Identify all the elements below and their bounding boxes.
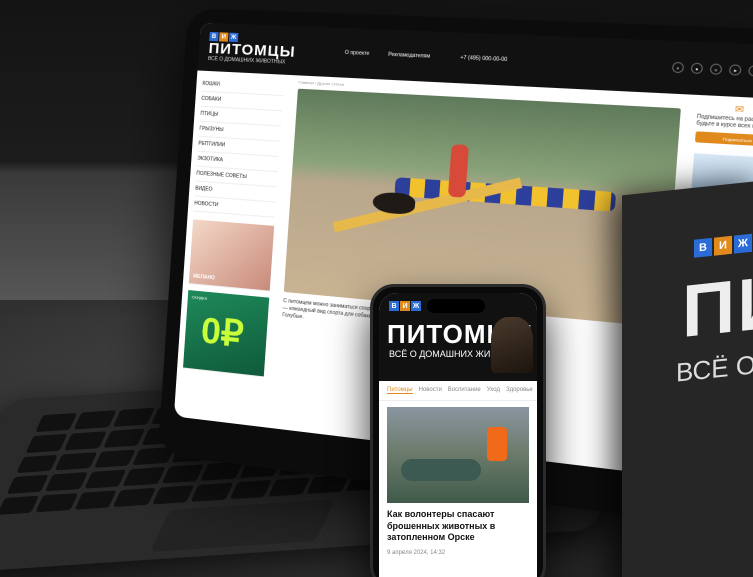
- news-headline[interactable]: Как волонтеры спасают брошенных животных…: [379, 509, 537, 544]
- ad-label: МЕЛАНО: [193, 273, 215, 281]
- subscribe-text: Подпишитесь на рассылку и будьте в курсе…: [696, 114, 753, 132]
- logo-letter: И: [400, 301, 410, 311]
- dynamic-island: [427, 299, 485, 313]
- site-logo[interactable]: В И Ж ПИТОМЦЫ ВСЁ О ДОМАШНИХ ЖИВОТНЫХ: [208, 32, 297, 66]
- poster-brand-text: ПИ: [682, 257, 753, 354]
- trackpad: [150, 499, 335, 552]
- nav-advertisers[interactable]: Рекламодателям: [388, 52, 430, 60]
- top-nav: О проекте Рекламодателям: [345, 50, 431, 60]
- keyboard-key: [64, 431, 106, 450]
- keyboard-key: [84, 470, 126, 489]
- logo-letter: В: [389, 301, 399, 311]
- ad-banner-melano[interactable]: МЕЛАНО: [189, 219, 274, 291]
- keyboard-key: [103, 428, 145, 447]
- ok-icon[interactable]: o: [748, 65, 753, 77]
- keyboard-key: [0, 496, 39, 515]
- keyboard-key: [200, 462, 242, 481]
- poster-tagline: ВСЁ О: [676, 349, 753, 388]
- phone-header: В И Ж ПИТОМЦЫ ВСЁ О ДОМАШНИХ ЖИВОТНЫХ: [379, 293, 537, 381]
- keyboard-key: [191, 483, 233, 502]
- vk-icon[interactable]: v: [710, 63, 723, 75]
- logo-letter: Ж: [411, 301, 421, 311]
- user-icon[interactable]: ●: [691, 63, 704, 75]
- keyboard-key: [35, 413, 77, 432]
- tab-news[interactable]: Новости: [419, 387, 442, 394]
- keyboard-key: [152, 485, 194, 504]
- dog-photo: [491, 317, 533, 373]
- logo-letter: В: [694, 238, 712, 258]
- keyboard-key: [113, 488, 155, 507]
- ad-big-text: 0₽: [200, 309, 245, 355]
- telegram-icon[interactable]: ➤: [729, 64, 742, 76]
- category-tabs: Питомцы Новости Воспитание Уход Здоровье: [379, 381, 537, 401]
- keyboard-key: [268, 478, 310, 497]
- brand-poster: В И Ж ПИ ВСЁ О: [622, 181, 753, 577]
- logo-letter: И: [714, 236, 732, 256]
- phone: В И Ж ПИТОМЦЫ ВСЁ О ДОМАШНИХ ЖИВОТНЫХ Пи…: [370, 284, 546, 577]
- nav-about[interactable]: О проекте: [345, 50, 370, 57]
- keyboard-key: [7, 475, 49, 494]
- keyboard-key: [113, 408, 155, 427]
- vizh-logo[interactable]: В И Ж: [389, 301, 421, 311]
- search-icon[interactable]: ⌕: [672, 62, 685, 73]
- keyboard-key: [74, 491, 116, 510]
- subscribe-button[interactable]: Подписаться: [695, 131, 753, 147]
- vizh-logo: В И Ж: [694, 234, 752, 258]
- keyboard-key: [45, 472, 87, 491]
- keyboard-key: [162, 465, 204, 484]
- keyboard-key: [94, 449, 136, 468]
- tab-care[interactable]: Уход: [487, 387, 500, 394]
- keyboard-key: [229, 480, 271, 499]
- ad-banner-zero[interactable]: СКИДКА 0₽: [183, 290, 269, 377]
- keyboard-key: [55, 452, 97, 471]
- header-icons: ⌕ ● v ➤ o ◎: [672, 62, 753, 78]
- keyboard-key: [26, 434, 68, 453]
- phone-screen: В И Ж ПИТОМЦЫ ВСЁ О ДОМАШНИХ ЖИВОТНЫХ Пи…: [379, 293, 537, 577]
- boat-figure: [401, 459, 481, 481]
- tab-health[interactable]: Здоровье: [506, 387, 533, 394]
- ad-small-text: СКИДКА: [192, 294, 208, 300]
- tab-upbringing[interactable]: Воспитание: [448, 387, 481, 394]
- logo-letter: Ж: [734, 234, 752, 254]
- contact-phone[interactable]: +7 (495) 000-00-00: [460, 55, 507, 63]
- news-date: 9 апреля 2024, 14:32: [379, 544, 537, 562]
- keyboard-key: [123, 467, 165, 486]
- tab-pets[interactable]: Питомцы: [387, 387, 413, 394]
- keyboard-key: [74, 410, 116, 429]
- news-photo[interactable]: [387, 407, 529, 503]
- keyboard-key: [16, 454, 58, 473]
- scene: В И Ж ПИТОМЦЫ ВСЁ О ДОМАШНИХ ЖИВОТНЫХ О …: [0, 0, 753, 577]
- keyboard-key: [36, 493, 78, 512]
- volunteer-figure: [487, 427, 507, 461]
